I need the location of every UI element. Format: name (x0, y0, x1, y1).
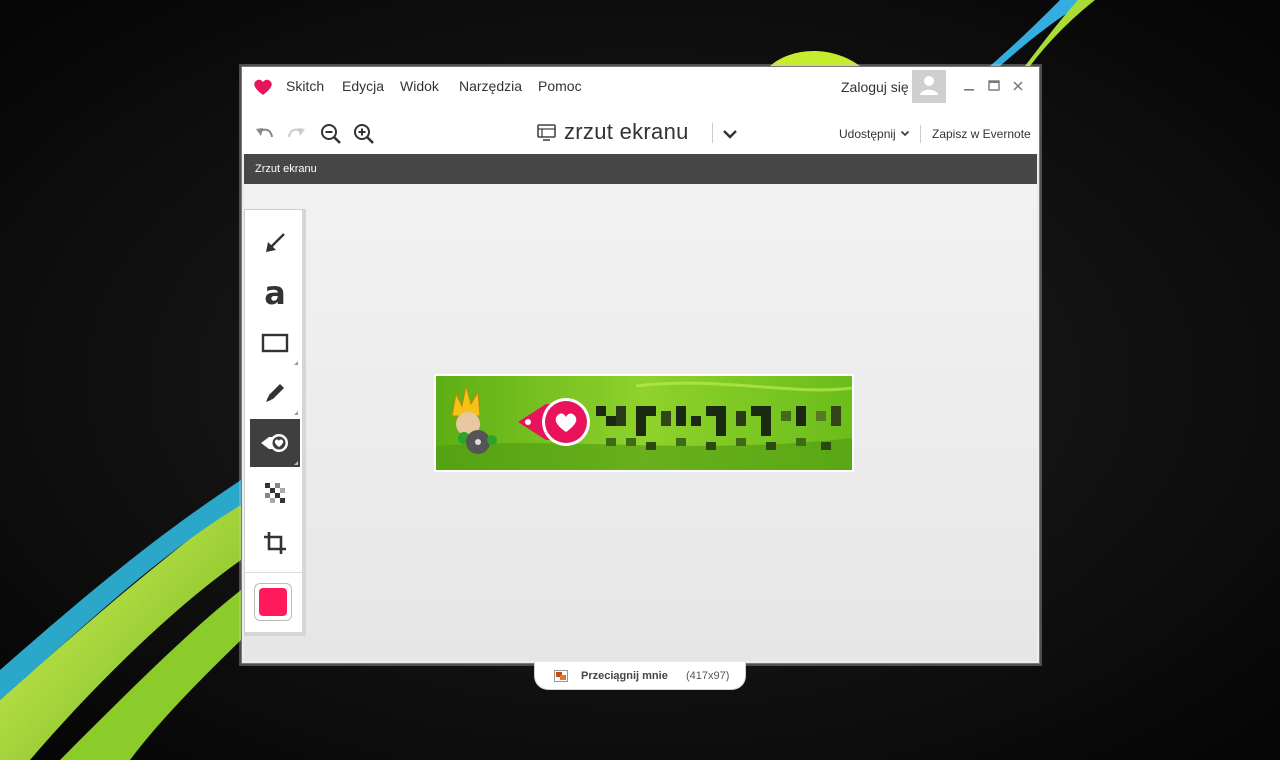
maximize-button[interactable] (985, 77, 1003, 95)
pixelate-icon (265, 483, 285, 503)
palette-divider (245, 572, 303, 573)
menu-help[interactable]: Pomoc (538, 78, 582, 94)
pen-icon (266, 384, 284, 402)
image-dimensions: (417x97) (686, 670, 730, 682)
image-title-label: Zrzut ekranu (255, 163, 317, 175)
drag-me-label: Przeciągnij mnie (581, 670, 668, 682)
menu-edit[interactable]: Edycja (342, 78, 384, 94)
pen-tool[interactable] (250, 369, 300, 417)
redo-icon[interactable] (285, 123, 307, 145)
drag-me-tab[interactable]: Przeciągnij mnie (417x97) (534, 662, 746, 690)
zoom-in-icon[interactable] (353, 123, 375, 145)
tool-palette: a (244, 209, 306, 636)
color-picker[interactable] (254, 583, 292, 621)
arrow-icon (266, 233, 285, 252)
submenu-corner-indicator (294, 411, 298, 415)
captured-image-content (436, 376, 852, 470)
menu-skitch[interactable]: Skitch (286, 78, 324, 94)
undo-icon[interactable] (254, 123, 276, 145)
arrow-tool[interactable] (250, 219, 300, 267)
skitch-window: Skitch Edycja Widok Narzędzia Pomoc Zalo… (241, 66, 1040, 664)
crop-icon (264, 532, 286, 554)
text-tool[interactable]: a (250, 269, 300, 317)
stamp-tool[interactable] (250, 419, 300, 467)
pixelate-tool[interactable] (250, 469, 300, 517)
submenu-corner-indicator (294, 461, 298, 465)
skitch-heart-logo (254, 79, 272, 95)
minimize-icon (964, 89, 974, 91)
current-color-swatch (259, 588, 287, 616)
menu-bar: Skitch Edycja Widok Narzędzia Pomoc Zalo… (242, 67, 1039, 107)
document-title[interactable]: zrzut ekranu (564, 119, 689, 145)
menu-view[interactable]: Widok (400, 78, 439, 94)
user-icon (920, 76, 938, 95)
crop-tool[interactable] (250, 519, 300, 567)
text-a-icon: a (264, 274, 286, 312)
save-to-evernote-button[interactable]: Zapisz w Evernote (932, 127, 1031, 141)
toolbar-divider (712, 123, 713, 143)
image-titlebar: Zrzut ekranu (244, 154, 1037, 184)
minimize-button[interactable] (960, 77, 978, 95)
maximize-icon (988, 80, 1000, 91)
captured-image[interactable] (434, 374, 854, 472)
zoom-out-icon[interactable] (320, 123, 342, 145)
close-icon (1013, 81, 1023, 91)
toolbar: zrzut ekranu Udostępnij Zapisz w Evernot… (242, 107, 1039, 154)
share-button[interactable]: Udostępnij (839, 127, 896, 141)
screenshot-doc-icon (537, 124, 556, 141)
login-link[interactable]: Zaloguj się (841, 79, 909, 95)
close-button[interactable] (1009, 77, 1027, 95)
image-thumbnail-icon (554, 670, 568, 682)
rectangle-tool[interactable] (250, 319, 300, 367)
menu-tools[interactable]: Narzędzia (459, 78, 522, 94)
stamp-icon (261, 434, 288, 452)
chevron-down-icon[interactable] (721, 126, 739, 142)
rectangle-icon (261, 333, 289, 353)
submenu-corner-indicator (294, 361, 298, 365)
editor-canvas[interactable] (244, 184, 1037, 661)
avatar[interactable] (912, 70, 946, 103)
toolbar-divider-2 (920, 125, 921, 143)
share-chevron-icon (900, 130, 910, 137)
